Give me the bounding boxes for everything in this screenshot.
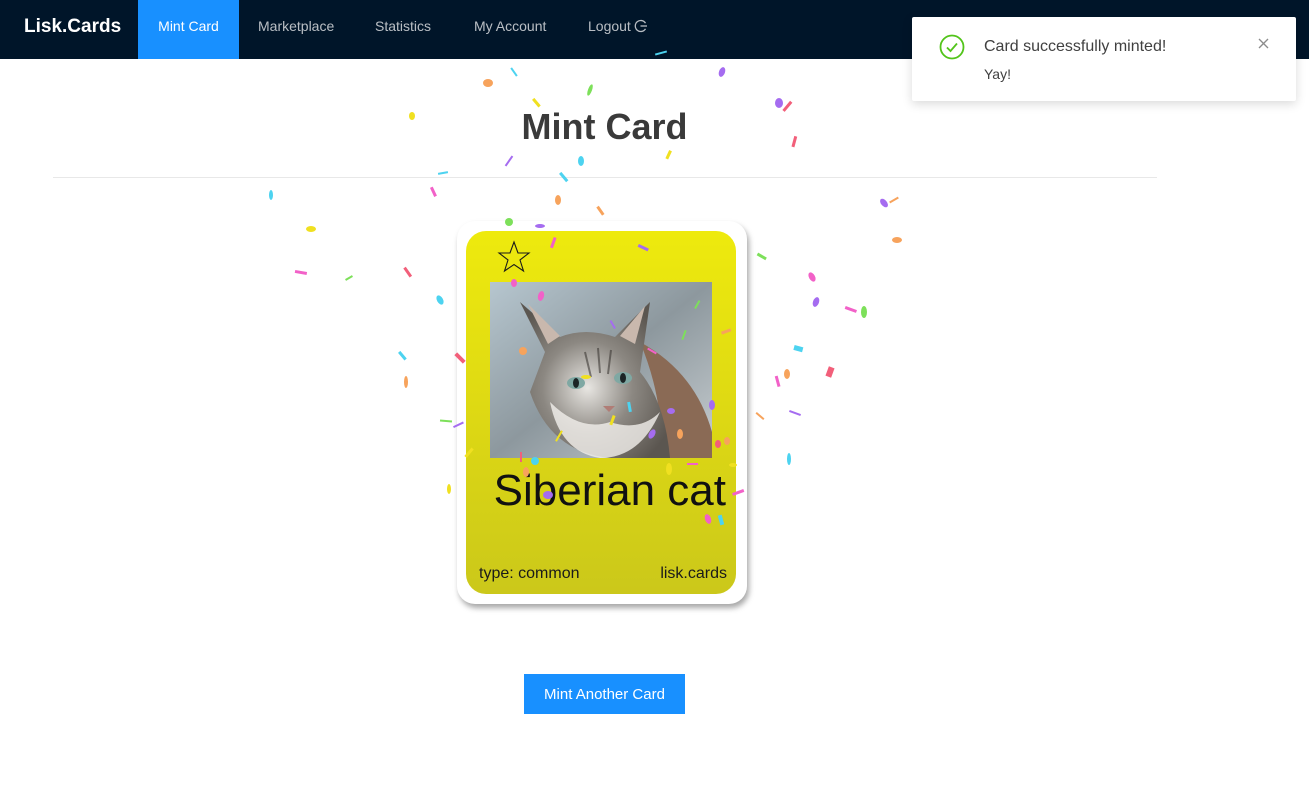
card-name: Siberian cat	[493, 466, 726, 515]
page-title: Mint Card	[521, 106, 688, 147]
nav-item-mint-card[interactable]: Mint Card	[138, 0, 239, 59]
notification-title: Card successfully minted!	[984, 38, 1167, 55]
star-outline-icon	[497, 240, 531, 279]
brand-logo[interactable]: Lisk.Cards	[24, 0, 121, 59]
cat-photo	[490, 282, 712, 458]
nav-item-my-account[interactable]: My Account	[454, 0, 566, 59]
logout-label: Logout	[588, 18, 631, 34]
close-icon[interactable]	[1258, 37, 1269, 53]
notification-description: Yay!	[984, 66, 1011, 82]
card-type: type: common	[479, 565, 580, 582]
title-divider	[53, 177, 1157, 178]
nav-item-marketplace[interactable]: Marketplace	[238, 0, 354, 59]
logout-icon	[634, 2, 648, 54]
nav-item-logout[interactable]: Logout	[568, 0, 668, 59]
success-notification: Card successfully minted! Yay!	[912, 17, 1296, 101]
nav-item-statistics[interactable]: Statistics	[355, 0, 451, 59]
check-circle-icon	[939, 34, 965, 65]
mint-another-card-button[interactable]: Mint Another Card	[524, 674, 685, 714]
card-site: lisk.cards	[660, 565, 727, 582]
